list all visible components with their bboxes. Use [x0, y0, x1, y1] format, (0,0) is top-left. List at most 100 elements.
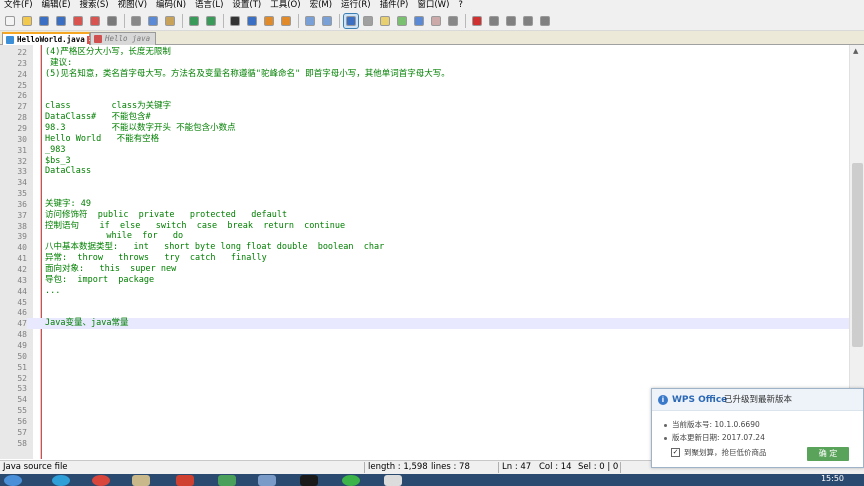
- code-text[interactable]: DataClass# 不能包含#: [45, 112, 151, 123]
- code-text[interactable]: 八中基本数据类型: int short byte long float doub…: [45, 242, 384, 253]
- code-text[interactable]: _983: [45, 145, 65, 156]
- code-line[interactable]: 52: [0, 373, 849, 384]
- code-line[interactable]: 43 导包: import package: [0, 275, 849, 286]
- save-icon[interactable]: [37, 14, 51, 28]
- code-line[interactable]: 33 DataClass: [0, 166, 849, 177]
- code-line[interactable]: 32 $bs_3: [0, 156, 849, 167]
- code-text[interactable]: 面向对象: this super new: [45, 264, 176, 275]
- menu-item[interactable]: 插件(P): [380, 0, 409, 11]
- code-line[interactable]: 38 控制语句 if else switch case break return …: [0, 221, 849, 232]
- code-line[interactable]: 37 访问修饰符 public private protected default: [0, 210, 849, 221]
- app-green-icon[interactable]: [218, 475, 236, 486]
- code-line[interactable]: 29 98.3 不能以数字开头 不能包含小数点: [0, 123, 849, 134]
- code-line[interactable]: 27 class class为关键字: [0, 101, 849, 112]
- menu-item[interactable]: 设置(T): [232, 0, 261, 11]
- code-text[interactable]: $bs_3: [45, 156, 71, 167]
- code-line[interactable]: 30 Hello World 不能有空格: [0, 134, 849, 145]
- code-line[interactable]: 34: [0, 177, 849, 188]
- document-map-icon[interactable]: [395, 14, 409, 28]
- function-list-icon[interactable]: [412, 14, 426, 28]
- cut-icon[interactable]: [129, 14, 143, 28]
- word-wrap-icon[interactable]: [343, 12, 359, 29]
- code-line[interactable]: 23 建议:: [0, 58, 849, 69]
- code-line[interactable]: 40 八中基本数据类型: int short byte long float do…: [0, 242, 849, 253]
- menu-item[interactable]: 语言(L): [195, 0, 223, 11]
- ok-button[interactable]: 确 定: [807, 447, 849, 461]
- code-text[interactable]: (4)严格区分大小写，长度无限制: [45, 47, 171, 58]
- code-text[interactable]: 建议:: [45, 58, 72, 69]
- menu-item[interactable]: 运行(R): [341, 0, 371, 11]
- code-text[interactable]: 关键字: 49: [45, 199, 91, 210]
- paste-icon[interactable]: [163, 14, 177, 28]
- code-text[interactable]: Hello World 不能有空格: [45, 134, 159, 145]
- scrollbar-thumb[interactable]: [852, 163, 863, 347]
- indent-guide-icon[interactable]: [378, 14, 392, 28]
- run-macro-multiple-icon[interactable]: [521, 14, 535, 28]
- monitor-icon[interactable]: [446, 14, 460, 28]
- show-all-chars-icon[interactable]: [361, 14, 375, 28]
- code-line[interactable]: 50: [0, 351, 849, 362]
- code-line[interactable]: 26: [0, 90, 849, 101]
- menu-item[interactable]: 编码(N): [156, 0, 186, 11]
- code-text[interactable]: ...: [45, 286, 60, 297]
- code-text[interactable]: Java变量、java常量: [45, 318, 128, 329]
- folder-workspace-icon[interactable]: [429, 14, 443, 28]
- tab-helloworld-java[interactable]: HelloWorld.javax: [2, 32, 95, 45]
- menu-item[interactable]: 宏(M): [310, 0, 332, 11]
- undo-icon[interactable]: [187, 14, 201, 28]
- wechat-icon[interactable]: [342, 475, 360, 486]
- play-macro-icon[interactable]: [504, 14, 518, 28]
- menu-item[interactable]: 视图(V): [118, 0, 147, 11]
- code-line[interactable]: 44...: [0, 286, 849, 297]
- menu-item[interactable]: ?: [458, 0, 463, 11]
- app-window-icon[interactable]: [258, 475, 276, 486]
- copy-icon[interactable]: [146, 14, 160, 28]
- promo-checkbox[interactable]: ✓: [671, 448, 680, 457]
- promo-checkbox-label[interactable]: 到聚划算，抢巨低价商品: [684, 448, 767, 458]
- zoom-in-icon[interactable]: [262, 14, 276, 28]
- code-line[interactable]: 47 Java变量、java常量: [0, 318, 849, 330]
- print-icon[interactable]: [105, 14, 119, 28]
- code-line[interactable]: 35: [0, 188, 849, 199]
- menu-item[interactable]: 搜索(S): [80, 0, 109, 11]
- menu-item[interactable]: 工具(O): [270, 0, 300, 11]
- code-line[interactable]: 25: [0, 80, 849, 91]
- menu-item[interactable]: 文件(F): [4, 0, 33, 11]
- code-line[interactable]: 45: [0, 297, 849, 308]
- sync-horizontal-icon[interactable]: [320, 14, 334, 28]
- save-all-icon[interactable]: [54, 14, 68, 28]
- app-red-icon[interactable]: [176, 475, 194, 486]
- code-line[interactable]: 36 关键字: 49: [0, 199, 849, 210]
- zoom-out-icon[interactable]: [279, 14, 293, 28]
- code-text[interactable]: 访问修饰符 public private protected default: [45, 210, 287, 221]
- ie-browser-icon[interactable]: [52, 475, 70, 486]
- code-line[interactable]: 31 _983: [0, 145, 849, 156]
- code-line[interactable]: 46: [0, 307, 849, 318]
- code-line[interactable]: 51: [0, 362, 849, 373]
- code-text[interactable]: (5)见名知意，类名首字母大写。方法名及变量名称遵循"驼峰命名" 即首字母小写，…: [45, 69, 450, 80]
- redo-icon[interactable]: [204, 14, 218, 28]
- notepad-plus-plus-icon[interactable]: [384, 475, 402, 486]
- code-text[interactable]: 导包: import package: [45, 275, 154, 286]
- code-text[interactable]: 异常: throw throws try catch finally: [45, 253, 267, 264]
- close-all-icon[interactable]: [88, 14, 102, 28]
- code-line[interactable]: 49: [0, 340, 849, 351]
- replace-icon[interactable]: [245, 14, 259, 28]
- save-macro-icon[interactable]: [538, 14, 552, 28]
- record-macro-icon[interactable]: [470, 14, 484, 28]
- code-line[interactable]: 48: [0, 329, 849, 340]
- close-icon[interactable]: [71, 14, 85, 28]
- code-line[interactable]: 41 异常: throw throws try catch finally: [0, 253, 849, 264]
- new-file-icon[interactable]: [3, 14, 17, 28]
- sync-vertical-icon[interactable]: [303, 14, 317, 28]
- code-line[interactable]: 22 (4)严格区分大小写，长度无限制: [0, 47, 849, 58]
- stop-record-icon[interactable]: [487, 14, 501, 28]
- start-button-icon[interactable]: [4, 475, 22, 486]
- open-file-icon[interactable]: [20, 14, 34, 28]
- code-text[interactable]: class class为关键字: [45, 101, 171, 112]
- code-text[interactable]: 控制语句 if else switch case break return co…: [45, 221, 345, 232]
- scroll-up-icon[interactable]: ▲: [853, 47, 858, 55]
- code-line[interactable]: 39 while for do: [0, 231, 849, 242]
- code-line[interactable]: 28 DataClass# 不能包含#: [0, 112, 849, 123]
- code-line[interactable]: 24 (5)见名知意，类名首字母大写。方法名及变量名称遵循"驼峰命名" 即首字母小…: [0, 69, 849, 80]
